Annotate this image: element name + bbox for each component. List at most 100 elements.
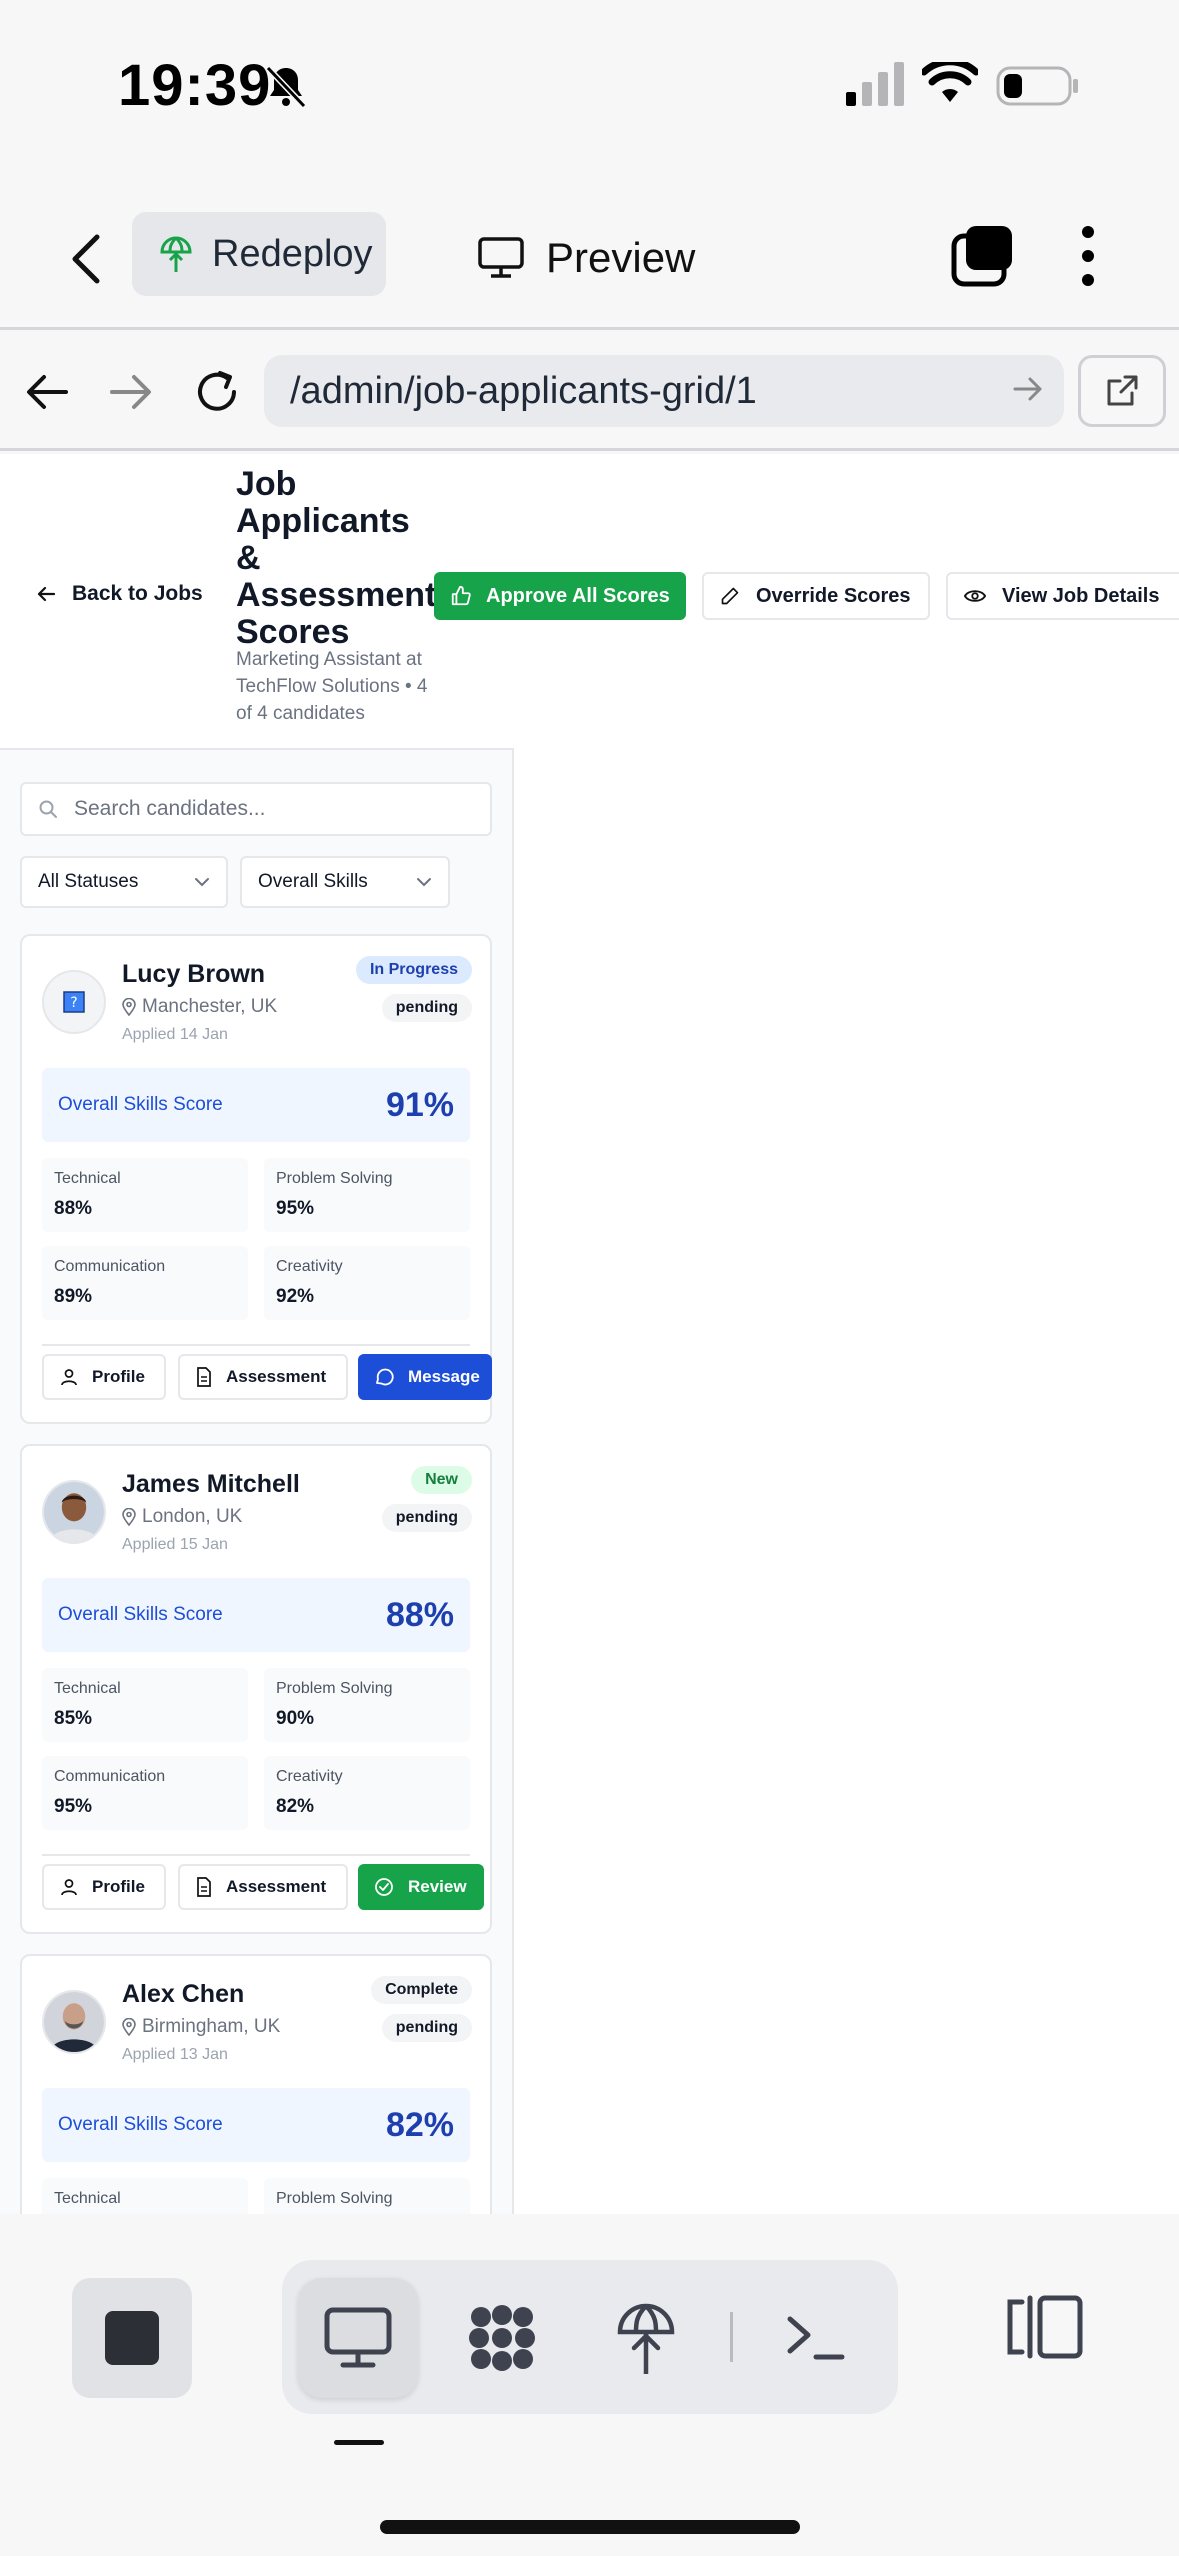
status-time: 19:39 xyxy=(118,53,272,118)
profile-button[interactable]: Profile xyxy=(42,1864,166,1910)
metric-value: 88% xyxy=(54,1198,93,1219)
tabs-icon[interactable] xyxy=(950,224,1014,293)
url-field[interactable]: /admin/job-applicants-grid/1 xyxy=(264,355,1064,427)
location-text: Manchester, UK xyxy=(142,996,278,1017)
review-label: Review xyxy=(408,1877,467,1896)
bell-muted-icon xyxy=(262,62,310,115)
message-label: Message xyxy=(408,1367,480,1386)
cluster-icon xyxy=(469,2305,535,2371)
preview-button[interactable]: Preview xyxy=(478,220,695,296)
browser-forward-arrow-icon[interactable] xyxy=(98,359,164,425)
override-scores-button[interactable]: Override Scores xyxy=(702,572,930,620)
stop-button[interactable] xyxy=(72,2278,192,2398)
applied-date: Applied 15 Jan xyxy=(122,1536,228,1553)
avatar-photo xyxy=(42,1990,106,2054)
view-switcher xyxy=(282,2260,898,2414)
status-select-value: All Statuses xyxy=(38,871,139,892)
applied-date: Applied 14 Jan xyxy=(122,1026,228,1043)
chevron-down-icon xyxy=(195,878,209,887)
back-to-jobs-link[interactable]: Back to Jobs xyxy=(36,582,203,606)
view-job-label: View Job Details xyxy=(1002,584,1160,607)
location-text: London, UK xyxy=(142,1506,243,1527)
metric-problem-solving: Problem Solving xyxy=(264,2178,470,2214)
wifi-icon xyxy=(920,58,980,111)
deploy-globe-icon xyxy=(160,236,192,272)
user-icon xyxy=(61,1369,77,1386)
open-external-button[interactable] xyxy=(1078,355,1166,427)
metric-label: Communication xyxy=(54,1258,166,1275)
back-chevron-icon[interactable] xyxy=(58,224,114,294)
message-circle-icon xyxy=(376,1368,394,1386)
page-subtitle: Marketing Assistant at TechFlow Solution… xyxy=(236,649,428,724)
battery-icon xyxy=(996,66,1080,111)
web-content: Back to Jobs Job Applicants & Assessment… xyxy=(0,454,1179,2214)
skill-select[interactable]: Overall Skills xyxy=(240,856,450,908)
overall-score-label: Overall Skills Score xyxy=(58,1094,223,1115)
browser-back-arrow-icon[interactable] xyxy=(14,359,80,425)
metric-label: Communication xyxy=(54,1768,166,1785)
deploy-tab[interactable] xyxy=(586,2278,706,2398)
metric-label: Creativity xyxy=(276,1768,343,1785)
split-view-icon xyxy=(1007,2295,1083,2359)
url-text: /admin/job-applicants-grid/1 xyxy=(290,369,757,412)
review-button[interactable]: Review xyxy=(358,1864,484,1910)
card-divider xyxy=(42,1854,470,1856)
go-arrow-icon[interactable] xyxy=(1012,373,1044,405)
overall-score-value: 91% xyxy=(385,1085,454,1124)
metric-technical: Technical 85% xyxy=(42,1668,248,1742)
person-photo-icon xyxy=(44,1992,104,2052)
metric-technical: Technical 88% xyxy=(42,1158,248,1232)
candidate-panel: Search candidates... All Statuses Overal… xyxy=(0,748,514,2214)
map-pin-icon xyxy=(122,2018,136,2036)
applied-date: Applied 13 Jan xyxy=(122,2046,228,2063)
overall-score-label: Overall Skills Score xyxy=(58,1604,223,1625)
review-badge: pending xyxy=(381,994,472,1022)
review-badge: pending xyxy=(381,2014,472,2042)
search-placeholder: Search candidates... xyxy=(74,797,266,820)
metric-creativity: Creativity 92% xyxy=(264,1246,470,1320)
metric-communication: Communication 95% xyxy=(42,1756,248,1830)
candidate-name: Lucy Brown xyxy=(122,960,266,988)
metric-value: 95% xyxy=(54,1796,93,1817)
candidate-card[interactable]: James Mitchell London, UK Applied 15 Jan… xyxy=(20,1444,492,1934)
monitor-tab[interactable] xyxy=(298,2278,418,2398)
metric-label: Problem Solving xyxy=(276,1170,393,1187)
check-circle-icon xyxy=(375,1878,393,1896)
approve-all-scores-button[interactable]: Approve All Scores xyxy=(434,572,686,620)
overall-score-box: Overall Skills Score 82% xyxy=(42,2088,470,2162)
assessment-label: Assessment xyxy=(226,1877,327,1896)
status-select[interactable]: All Statuses xyxy=(20,856,228,908)
assessment-button[interactable]: Assessment xyxy=(178,1354,348,1400)
metric-label: Problem Solving xyxy=(276,2190,393,2207)
more-vertical-icon[interactable] xyxy=(1076,224,1100,293)
metric-communication: Communication 89% xyxy=(42,1246,248,1320)
profile-label: Profile xyxy=(92,1877,145,1896)
assessment-button[interactable]: Assessment xyxy=(178,1864,348,1910)
candidate-card[interactable]: ? Lucy Brown Manchester, UK Applied 14 J… xyxy=(20,934,492,1424)
split-view-button[interactable] xyxy=(1004,2294,1084,2365)
terminal-tab[interactable] xyxy=(756,2278,876,2398)
profile-button[interactable]: Profile xyxy=(42,1354,166,1400)
metric-technical: Technical xyxy=(42,2178,248,2214)
redeploy-button[interactable]: Redeploy xyxy=(132,212,386,296)
metric-value: 90% xyxy=(276,1708,315,1729)
message-button[interactable]: Message xyxy=(358,1354,492,1400)
search-input[interactable]: Search candidates... xyxy=(20,782,492,836)
candidate-location: Manchester, UK xyxy=(122,996,277,1018)
status-badge: In Progress xyxy=(355,956,472,984)
metric-label: Problem Solving xyxy=(276,1680,393,1697)
reload-icon[interactable] xyxy=(184,359,250,425)
candidate-location: Birmingham, UK xyxy=(122,2016,280,2038)
redeploy-label: Redeploy xyxy=(212,232,373,275)
metric-problem-solving: Problem Solving 95% xyxy=(264,1158,470,1232)
integrations-tab[interactable] xyxy=(442,2278,562,2398)
candidate-card[interactable]: Alex Chen Birmingham, UK Applied 13 Jan … xyxy=(20,1954,492,2214)
person-photo-icon xyxy=(44,1482,104,1542)
pencil-icon xyxy=(721,587,739,605)
signal-icon xyxy=(846,62,906,113)
thumbs-up-icon xyxy=(451,585,471,606)
view-job-details-button[interactable]: View Job Details xyxy=(946,572,1179,620)
metric-problem-solving: Problem Solving 90% xyxy=(264,1668,470,1742)
metric-label: Creativity xyxy=(276,1258,343,1275)
search-icon xyxy=(39,800,57,818)
